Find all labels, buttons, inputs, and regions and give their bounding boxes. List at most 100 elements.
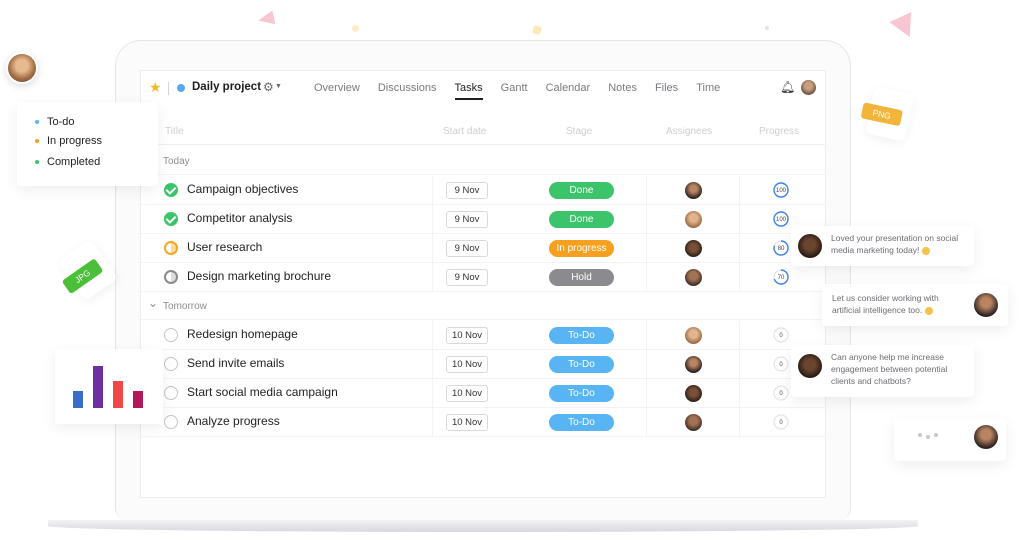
start-date-field[interactable]: 10 Nov (446, 356, 488, 373)
table-row[interactable]: Start social media campaign 10 Nov To-Do 0 (141, 379, 825, 408)
assignee-avatar[interactable] (685, 182, 702, 199)
column-divider (646, 321, 647, 349)
task-title[interactable]: Competitor analysis (187, 211, 292, 225)
table-row[interactable]: Design marketing brochure 9 Nov Hold 70 (141, 263, 825, 292)
file-type-label: PNG (860, 102, 903, 127)
chat-avatar (974, 425, 998, 449)
task-title[interactable]: Start social media campaign (187, 385, 338, 399)
assignee-avatar[interactable] (685, 385, 702, 402)
table-row[interactable]: User research 9 Nov In progress 80 (141, 234, 825, 263)
laptop-base (48, 520, 918, 532)
task-title[interactable]: Campaign objectives (187, 182, 298, 196)
progress-value: 80 (778, 246, 785, 252)
gear-icon[interactable]: ⚙ (263, 80, 274, 94)
legend-item-todo: To-do (35, 116, 75, 128)
column-divider (432, 321, 433, 349)
typing-dot (934, 433, 938, 437)
user-avatar[interactable] (801, 80, 816, 95)
stage-badge[interactable]: In progress (549, 240, 614, 257)
tab-time[interactable]: Time (696, 71, 720, 105)
legend-dot (35, 160, 39, 165)
column-start-date[interactable]: Start date (443, 126, 486, 137)
column-divider (739, 176, 740, 204)
mini-chart-bar (93, 366, 103, 408)
jpg-file-icon: JPG (57, 238, 119, 302)
column-divider (432, 176, 433, 204)
column-assignees[interactable]: Assignees (666, 126, 712, 137)
assignee-avatar[interactable] (685, 211, 702, 228)
table-row[interactable]: Redesign homepage 10 Nov To-Do 0 (141, 321, 825, 350)
chevron-down-icon[interactable]: ⌄ (148, 296, 158, 310)
start-date-field[interactable]: 9 Nov (446, 182, 488, 199)
legend-card: To-do In progress Completed (17, 102, 158, 186)
stage-badge[interactable]: Done (549, 211, 614, 228)
chat-message: Let us consider working with artificial … (832, 293, 939, 315)
stage-badge[interactable]: To-Do (549, 414, 614, 431)
start-date-field[interactable]: 9 Nov (446, 211, 488, 228)
start-date-field[interactable]: 9 Nov (446, 240, 488, 257)
assignee-avatar[interactable] (685, 414, 702, 431)
task-status-checkbox[interactable] (164, 357, 178, 371)
task-title[interactable]: Send invite emails (187, 356, 284, 370)
table-row[interactable]: Competitor analysis 9 Nov Done 100 (141, 205, 825, 234)
table-header: Title Start date Stage Assignees Progres… (141, 119, 825, 145)
tab-discussions[interactable]: Discussions (378, 71, 437, 105)
bell-icon[interactable]: 🔔︎ (780, 80, 795, 94)
task-status-checkbox[interactable] (164, 183, 178, 197)
task-title[interactable]: Analyze progress (187, 414, 280, 428)
tab-calendar[interactable]: Calendar (546, 71, 591, 105)
tab-overview[interactable]: Overview (314, 71, 360, 105)
star-icon[interactable]: ★ (149, 80, 162, 94)
group-header-tomorrow[interactable]: ⌄ Tomorrow (141, 292, 825, 320)
tab-tasks[interactable]: Tasks (454, 71, 483, 105)
task-title[interactable]: Design marketing brochure (187, 269, 331, 283)
start-date-field[interactable]: 9 Nov (446, 269, 488, 286)
assignee-avatar[interactable] (685, 240, 702, 257)
tab-notes[interactable]: Notes (608, 71, 637, 105)
table-row[interactable]: Send invite emails 10 Nov To-Do 0 (141, 350, 825, 379)
column-progress[interactable]: Progress (759, 126, 799, 137)
stage-badge[interactable]: Hold (549, 269, 614, 286)
confetti-dot (352, 25, 359, 32)
stage-badge[interactable]: To-Do (549, 327, 614, 344)
column-divider (739, 234, 740, 262)
stage-badge[interactable]: To-Do (549, 356, 614, 373)
start-date-field[interactable]: 10 Nov (446, 327, 488, 344)
column-title[interactable]: Title (165, 126, 184, 137)
task-status-checkbox[interactable] (164, 212, 178, 226)
task-status-checkbox[interactable] (164, 386, 178, 400)
chat-bubble: Loved your presentation on social media … (791, 226, 974, 266)
assignee-avatar[interactable] (685, 356, 702, 373)
chevron-down-icon[interactable]: ▼ (275, 83, 282, 90)
task-status-checkbox[interactable] (164, 415, 178, 429)
stage-badge[interactable]: To-Do (549, 385, 614, 402)
start-date-field[interactable]: 10 Nov (446, 385, 488, 402)
task-status-checkbox[interactable] (164, 241, 178, 255)
legend-item-completed: Completed (35, 156, 100, 168)
chat-bubble: Can anyone help me increase engagement b… (791, 345, 974, 397)
task-status-checkbox[interactable] (164, 270, 178, 284)
assignee-avatar[interactable] (685, 327, 702, 344)
progress-value: 100 (776, 217, 787, 223)
legend-label: Completed (47, 156, 101, 168)
chat-message: Can anyone help me increase engagement b… (831, 352, 948, 386)
task-title[interactable]: Redesign homepage (187, 327, 298, 341)
tab-files[interactable]: Files (655, 71, 678, 105)
confetti-dot (765, 26, 769, 30)
confetti-dot (531, 24, 543, 36)
task-title[interactable]: User research (187, 240, 262, 254)
task-status-checkbox[interactable] (164, 328, 178, 342)
stage-badge[interactable]: Done (549, 182, 614, 199)
table-row[interactable]: Campaign objectives 9 Nov Done 100 (141, 176, 825, 205)
assignee-avatar[interactable] (685, 269, 702, 286)
table-row[interactable]: Analyze progress 10 Nov To-Do 0 (141, 408, 825, 437)
top-bar: ★ Daily project ⚙ ▼ Overview Discussions T… (141, 71, 825, 105)
group-header-today[interactable]: Today (141, 147, 825, 175)
column-divider (646, 263, 647, 291)
tab-gantt[interactable]: Gantt (501, 71, 528, 105)
project-name[interactable]: Daily project (192, 81, 261, 93)
legend-dot (35, 120, 39, 125)
column-stage[interactable]: Stage (566, 126, 592, 137)
start-date-field[interactable]: 10 Nov (446, 414, 488, 431)
column-divider (739, 350, 740, 378)
